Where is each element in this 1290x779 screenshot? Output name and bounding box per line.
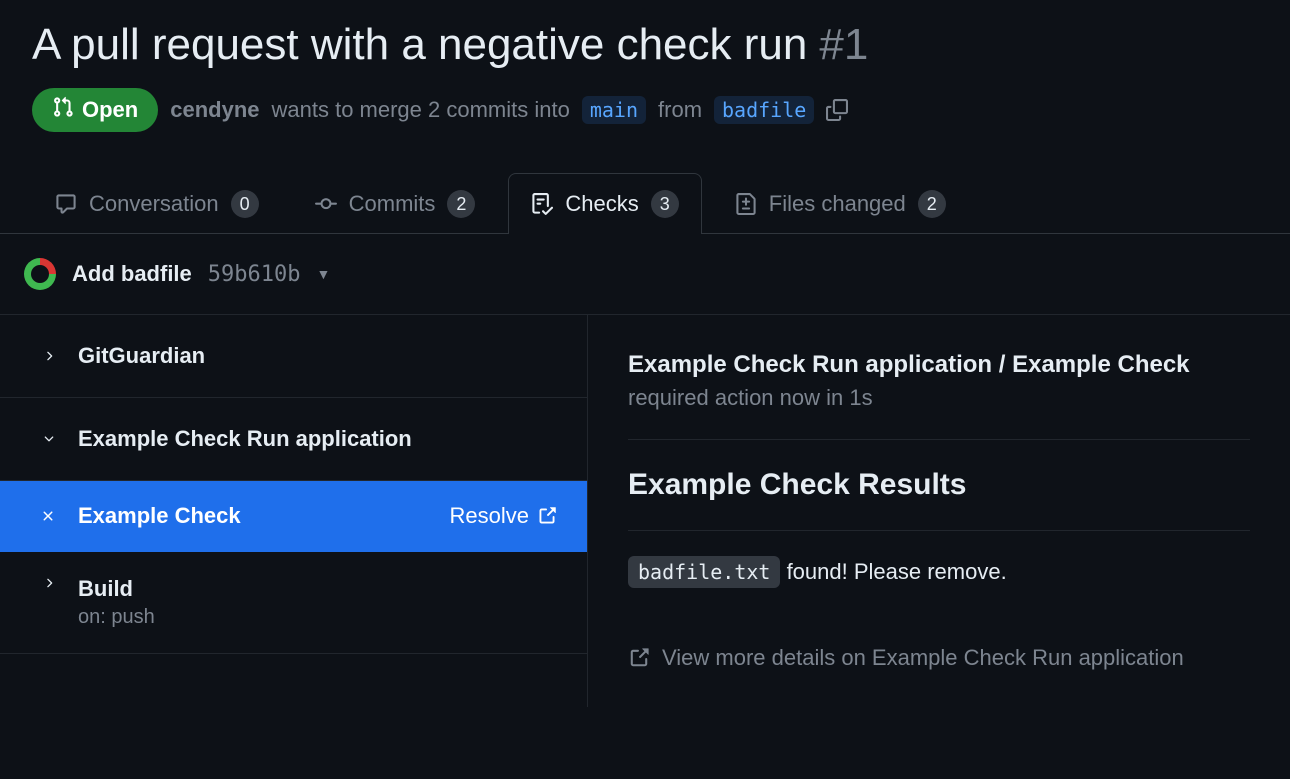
tab-count: 2 [918, 190, 946, 218]
results-heading: Example Check Results [628, 468, 1250, 502]
divider [628, 530, 1250, 531]
pr-number: #1 [819, 20, 868, 70]
pull-request-icon [52, 96, 74, 124]
commit-selector[interactable]: Add badfile 59b610b ▼ [0, 234, 1290, 314]
caret-down-icon: ▼ [317, 266, 331, 282]
chevron-right-icon [40, 349, 58, 363]
pr-state-badge: Open [32, 88, 158, 132]
commit-icon [315, 193, 337, 215]
checks-sidebar: GitGuardian Example Check Run applicatio… [0, 315, 588, 707]
commit-sha: 59b610b [208, 262, 301, 287]
sidebar-item-example-app[interactable]: Example Check Run application [0, 398, 587, 481]
external-link-icon [628, 647, 650, 669]
x-icon [40, 508, 58, 524]
sidebar-item-label: Build [78, 576, 155, 602]
tab-count: 2 [447, 190, 475, 218]
pr-title: A pull request with a negative check run [32, 20, 807, 70]
merge-from-text: from [658, 97, 702, 123]
resolve-button[interactable]: Resolve [450, 503, 557, 529]
view-more-label: View more details on Example Check Run a… [662, 645, 1184, 671]
chevron-right-icon [40, 576, 58, 590]
result-filename: badfile.txt [628, 556, 780, 588]
comment-icon [55, 193, 77, 215]
result-text: found! Please remove. [780, 559, 1006, 584]
merge-text: wants to merge 2 commits into [272, 97, 570, 123]
head-branch[interactable]: badfile [714, 96, 814, 124]
tab-commits[interactable]: Commits 2 [292, 173, 499, 234]
check-title: Example Check Run application / Example … [628, 351, 1250, 379]
external-link-icon [537, 506, 557, 526]
status-donut-icon [24, 258, 56, 290]
tab-files[interactable]: Files changed 2 [712, 173, 969, 234]
pr-author[interactable]: cendyne [170, 97, 259, 123]
view-more-link[interactable]: View more details on Example Check Run a… [628, 645, 1250, 671]
chevron-down-icon [40, 432, 58, 446]
sidebar-item-build[interactable]: Build on: push [0, 552, 587, 654]
tab-label: Checks [565, 191, 638, 217]
base-branch[interactable]: main [582, 96, 646, 124]
result-message: badfile.txt found! Please remove. [628, 559, 1250, 585]
checklist-icon [531, 193, 553, 215]
tab-count: 0 [231, 190, 259, 218]
tab-checks[interactable]: Checks 3 [508, 173, 701, 234]
tab-label: Commits [349, 191, 436, 217]
check-subtitle: required action now in 1s [628, 385, 1250, 411]
pr-tabs: Conversation 0 Commits 2 Checks 3 Files … [0, 172, 1290, 234]
divider [628, 439, 1250, 440]
file-diff-icon [735, 193, 757, 215]
tab-conversation[interactable]: Conversation 0 [32, 173, 282, 234]
copy-icon[interactable] [826, 99, 848, 121]
tab-count: 3 [651, 190, 679, 218]
pr-state-label: Open [82, 97, 138, 123]
tab-label: Conversation [89, 191, 219, 217]
commit-title: Add badfile [72, 261, 192, 287]
sidebar-item-label: GitGuardian [78, 343, 205, 369]
sidebar-item-example-check[interactable]: Example Check Resolve [0, 481, 587, 552]
sidebar-item-gitguardian[interactable]: GitGuardian [0, 315, 587, 398]
tab-label: Files changed [769, 191, 906, 217]
sidebar-item-label: Example Check [78, 503, 241, 529]
sidebar-item-label: Example Check Run application [78, 426, 412, 452]
build-trigger: on: push [78, 606, 155, 629]
resolve-label: Resolve [450, 503, 529, 529]
check-detail: Example Check Run application / Example … [588, 315, 1290, 707]
